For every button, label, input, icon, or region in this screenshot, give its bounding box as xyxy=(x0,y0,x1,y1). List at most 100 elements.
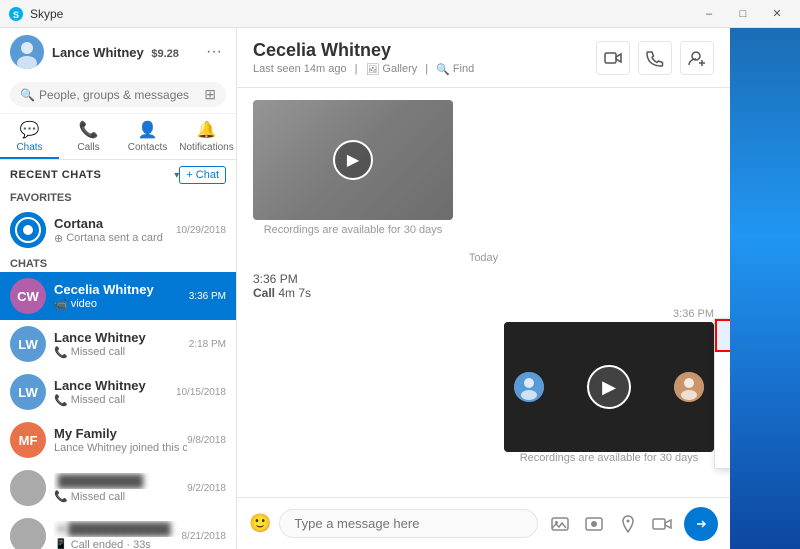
tab-calls-label: Calls xyxy=(77,142,99,153)
call-info: 3:36 PM Call 4m 7s xyxy=(253,272,714,300)
participant-avatar-1 xyxy=(514,372,544,402)
close-button[interactable]: ✕ xyxy=(762,4,792,24)
more-button[interactable]: ··· xyxy=(202,39,226,65)
participant-avatar-2 xyxy=(674,372,704,402)
save-as-item[interactable]: Save as... xyxy=(715,352,730,381)
avatar-left xyxy=(514,372,544,402)
chat-time: 10/15/2018 xyxy=(176,387,226,398)
save-to-downloads-item[interactable]: Save to "Downloads" xyxy=(715,319,730,352)
avatar: MF xyxy=(10,422,46,458)
contact-name: Cecelia Whitney xyxy=(253,40,596,61)
window-controls: – □ ✕ xyxy=(694,4,792,24)
list-item[interactable]: ██████████ 📞 Missed call 9/2/2018 xyxy=(0,464,236,512)
chat-time: 3:36 PM xyxy=(189,291,226,302)
recent-chats-header: RECENT CHATS ▾ + Chat xyxy=(0,160,236,188)
location-button[interactable] xyxy=(614,510,642,538)
video-timestamp: 3:36 PM xyxy=(504,308,714,320)
video-call-button[interactable] xyxy=(596,41,630,75)
list-item[interactable]: Cortana ⊕ Cortana sent a card 10/29/2018 xyxy=(0,206,236,254)
list-item[interactable]: LW Lance Whitney 📞 Missed call 2:18 PM xyxy=(0,320,236,368)
user-balance: $9.28 xyxy=(151,48,179,60)
avatar xyxy=(10,35,44,69)
avatar xyxy=(10,518,46,549)
forward-item[interactable]: Forward xyxy=(715,381,730,410)
tab-chats[interactable]: 💬 Chats xyxy=(0,114,59,159)
find-link[interactable]: 🔍 Find xyxy=(436,63,474,76)
chat-header-info: Cecelia Whitney Last seen 14m ago | 🖼 Ga… xyxy=(253,40,596,76)
tab-notifications-label: Notifications xyxy=(179,142,233,153)
tab-contacts[interactable]: 👤 Contacts xyxy=(118,114,177,159)
cortana-preview: ⊕ Cortana sent a card xyxy=(54,232,176,245)
chat-time: 8/21/2018 xyxy=(182,531,227,542)
grid-icon[interactable]: ⊞ xyxy=(204,86,216,103)
search-icon: 🔍 xyxy=(20,88,35,102)
phone-icon: 📞 xyxy=(54,346,68,359)
chat-list: RECENT CHATS ▾ + Chat FAVORITES Cortana … xyxy=(0,160,236,549)
call-time: 3:36 PM xyxy=(253,272,298,286)
maximize-button[interactable]: □ xyxy=(728,4,758,24)
select-messages-item[interactable]: Select Messages xyxy=(715,410,730,439)
avatar-right xyxy=(674,372,704,402)
calls-icon: 📞 xyxy=(79,120,99,140)
chat-name: My Family xyxy=(54,426,187,441)
minimize-button[interactable]: – xyxy=(694,4,724,24)
user-header: Lance Whitney $9.28 ··· xyxy=(0,28,236,76)
tab-calls[interactable]: 📞 Calls xyxy=(59,114,118,159)
chat-name: Lance Whitney xyxy=(54,330,189,345)
list-item[interactable]: MF My Family Lance Whitney joined this c… xyxy=(0,416,236,464)
video-thumbnail[interactable]: ▶ xyxy=(253,100,453,220)
input-actions xyxy=(546,510,676,538)
chat-preview: 📞 Missed call xyxy=(54,394,176,407)
last-seen: Last seen 14m ago xyxy=(253,63,347,75)
skype-icon: S xyxy=(8,6,24,22)
chat-actions xyxy=(596,41,714,75)
list-item[interactable]: CW Cecelia Whitney 📹 video 3:36 PM xyxy=(0,272,236,320)
add-contact-button[interactable] xyxy=(680,41,714,75)
cortana-info: Cortana ⊕ Cortana sent a card xyxy=(54,216,176,245)
tab-contacts-label: Contacts xyxy=(128,142,167,153)
svg-text:S: S xyxy=(13,10,19,20)
chat-info: My Family Lance Whitney joined this co..… xyxy=(54,426,187,454)
search-wrap: 🔍 ⊞ xyxy=(10,82,226,107)
video-thumbnail-2[interactable]: ▶ xyxy=(504,322,714,452)
media-button[interactable] xyxy=(580,510,608,538)
video-button[interactable] xyxy=(648,510,676,538)
play-button-2[interactable]: ▶ xyxy=(587,365,631,409)
recording-note-2: Recordings are available for 30 days xyxy=(504,452,714,464)
chat-preview: 📹 video xyxy=(54,298,189,311)
chat-time: 9/2/2018 xyxy=(187,483,226,494)
app-body: Lance Whitney $9.28 ··· 🔍 ⊞ 💬 Chats 📞 Ca… xyxy=(0,28,800,549)
audio-call-button[interactable] xyxy=(638,41,672,75)
chat-name: + ████████████ xyxy=(54,521,182,537)
chat-info: Cecelia Whitney 📹 video xyxy=(54,282,189,311)
chat-header: Cecelia Whitney Last seen 14m ago | 🖼 Ga… xyxy=(237,28,730,88)
tab-notifications[interactable]: 🔔 Notifications xyxy=(177,114,236,159)
chat-main: Cecelia Whitney Last seen 14m ago | 🖼 Ga… xyxy=(237,28,730,549)
list-item[interactable]: LW Lance Whitney 📞 Missed call 10/15/201… xyxy=(0,368,236,416)
message-row: ▶ Recordings are available for 30 days xyxy=(253,100,714,244)
cortana-time: 10/29/2018 xyxy=(176,225,226,236)
new-chat-button[interactable]: + Chat xyxy=(179,166,226,184)
chat-name: Cecelia Whitney xyxy=(54,282,189,297)
gallery-link[interactable]: 🖼 Gallery xyxy=(365,63,417,76)
play-button[interactable]: ▶ xyxy=(333,140,373,180)
emoji-button[interactable]: 🙂 xyxy=(249,513,271,534)
context-menu: Save to "Downloads" Save as... Forward S… xyxy=(714,318,730,469)
list-item[interactable]: + ████████████ 📱 Call ended · 33s 8/21/2… xyxy=(0,512,236,549)
send-button[interactable] xyxy=(684,507,718,541)
chat-preview: 📱 Call ended · 33s xyxy=(54,538,182,549)
video-icon: 📹 xyxy=(54,298,68,311)
contacts-icon: 👤 xyxy=(138,120,158,140)
remove-item[interactable]: Remove xyxy=(715,439,730,468)
search-input[interactable] xyxy=(39,88,198,102)
user-name-balance: Lance Whitney $9.28 xyxy=(52,45,202,60)
app-title: Skype xyxy=(30,7,694,21)
chat-preview: Lance Whitney joined this co... xyxy=(54,442,187,454)
notifications-icon: 🔔 xyxy=(197,120,217,140)
message-input[interactable] xyxy=(279,509,538,538)
recording-note: Recordings are available for 30 days xyxy=(253,224,453,236)
phone-icon: 📞 xyxy=(54,490,68,503)
chat-info: Lance Whitney 📞 Missed call xyxy=(54,378,176,407)
chat-name: Lance Whitney xyxy=(54,378,176,393)
image-button[interactable] xyxy=(546,510,574,538)
